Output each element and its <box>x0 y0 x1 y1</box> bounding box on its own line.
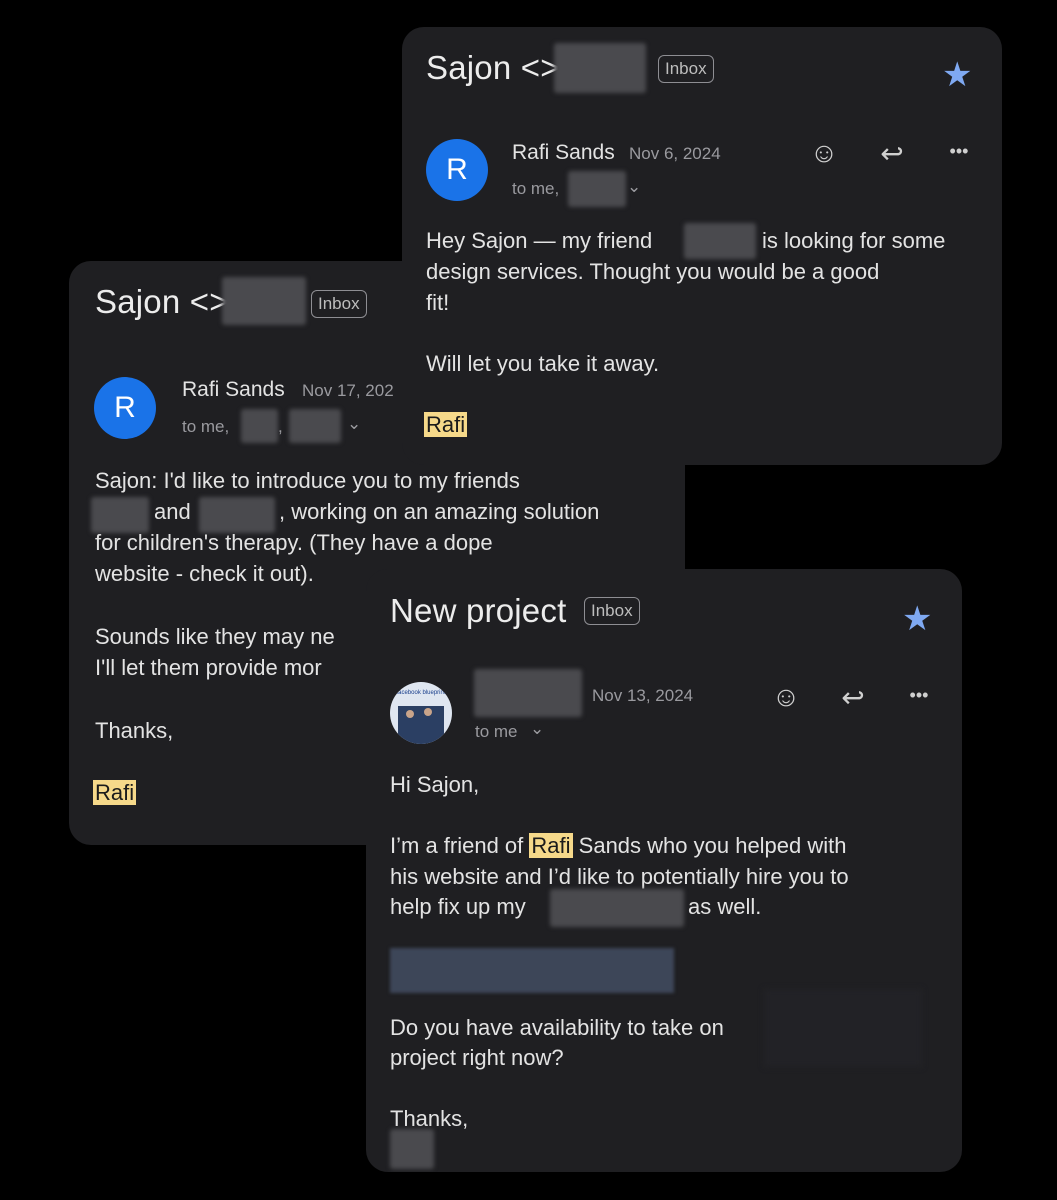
avatar-logo-text: facebook blueprint <box>396 690 446 696</box>
name-highlight: Rafi <box>529 833 573 858</box>
email-card-referral: Sajon <> Inbox ★ R Rafi Sands Nov 6, 202… <box>402 27 1002 465</box>
redacted-link <box>390 948 674 993</box>
email-date: Nov 17, 202 <box>302 381 394 400</box>
star-icon[interactable]: ★ <box>902 599 932 639</box>
body-line: fit! <box>426 290 450 315</box>
body-line: project right now? <box>390 1045 564 1070</box>
body-line: help fix up my <box>390 894 526 919</box>
avatar[interactable]: facebook blueprint <box>390 682 452 744</box>
sender-name: Rafi Sands <box>182 378 285 401</box>
body-text: Sands who you helped with <box>578 833 847 858</box>
reply-icon[interactable]: ↩ <box>833 681 873 714</box>
email-date: Nov 6, 2024 <box>629 144 721 163</box>
avatar[interactable]: R <box>426 139 488 201</box>
email-date: Nov 13, 2024 <box>592 686 694 705</box>
redacted-text <box>550 889 684 927</box>
body-line: his website and I’d like to potentially … <box>390 864 849 889</box>
inbox-badge[interactable]: Inbox <box>658 55 714 83</box>
body-line: I'll let them provide mor <box>95 655 322 680</box>
body-line: I’m a friend of Rafi Sands who you helpe… <box>390 830 847 861</box>
sender-name: Rafi Sands <box>512 141 615 164</box>
email-subject: Sajon <> <box>426 49 560 86</box>
body-line: , working on an amazing solution <box>279 499 600 524</box>
body-line: and <box>154 499 191 524</box>
avatar-photo <box>398 706 444 744</box>
email-subject: Sajon <> <box>95 283 229 320</box>
inbox-badge[interactable]: Inbox <box>584 597 640 625</box>
inbox-badge[interactable]: Inbox <box>311 290 367 318</box>
body-line: Will let you take it away. <box>426 351 660 376</box>
redacted-recipient <box>241 409 278 443</box>
avatar-person <box>406 710 414 718</box>
body-line: Thanks, <box>95 718 174 743</box>
chevron-down-icon[interactable]: ⌄ <box>347 414 361 434</box>
body-text: I’m a friend of <box>390 833 524 858</box>
redacted-subject <box>222 277 306 325</box>
email-subject: New project <box>390 592 567 629</box>
chevron-down-icon[interactable]: ⌄ <box>627 177 641 197</box>
body-line: Hey Sajon — my friend <box>426 228 653 253</box>
body-line: Sounds like they may ne <box>95 624 335 649</box>
recipients-label[interactable]: to me, <box>182 417 229 437</box>
body-line: Sajon: I'd like to introduce you to my f… <box>95 468 520 493</box>
emoji-icon[interactable]: ☺ <box>804 137 844 169</box>
redacted-sender <box>474 669 582 717</box>
more-icon[interactable]: ••• <box>899 685 939 706</box>
redacted-recipient <box>289 409 341 443</box>
avatar[interactable]: R <box>94 377 156 439</box>
signature-highlight: Rafi <box>93 780 137 805</box>
body-line: for children's therapy. (They have a dop… <box>95 530 493 555</box>
body-line: design services. Thought you would be a … <box>426 259 880 284</box>
reply-icon[interactable]: ↩ <box>872 137 912 170</box>
redacted-subject <box>554 43 646 93</box>
chevron-down-icon[interactable]: ⌄ <box>530 719 544 739</box>
redacted-overlay <box>764 989 922 1067</box>
body-line: Do you have availability to take on <box>390 1015 724 1040</box>
emoji-icon[interactable]: ☺ <box>766 681 806 713</box>
more-icon[interactable]: ••• <box>939 141 979 162</box>
redacted-name <box>684 223 756 259</box>
redacted-signature <box>390 1129 434 1169</box>
signature: Rafi <box>93 777 137 808</box>
body-line: website - check it out). <box>95 561 314 586</box>
star-icon[interactable]: ★ <box>942 55 972 95</box>
recipients-separator: , <box>278 417 283 436</box>
body-line: as well. <box>688 894 762 919</box>
signature: Rafi <box>424 409 468 440</box>
body-line: Hi Sajon, <box>390 772 480 797</box>
signature-highlight: Rafi <box>424 412 468 437</box>
email-card-new-project: New project Inbox ★ facebook blueprint N… <box>366 569 962 1172</box>
recipients-label[interactable]: to me, <box>512 179 559 199</box>
redacted-recipient <box>568 171 626 207</box>
body-line: is looking for some <box>762 228 946 253</box>
avatar-person <box>424 708 432 716</box>
recipients-label[interactable]: to me <box>475 722 518 742</box>
